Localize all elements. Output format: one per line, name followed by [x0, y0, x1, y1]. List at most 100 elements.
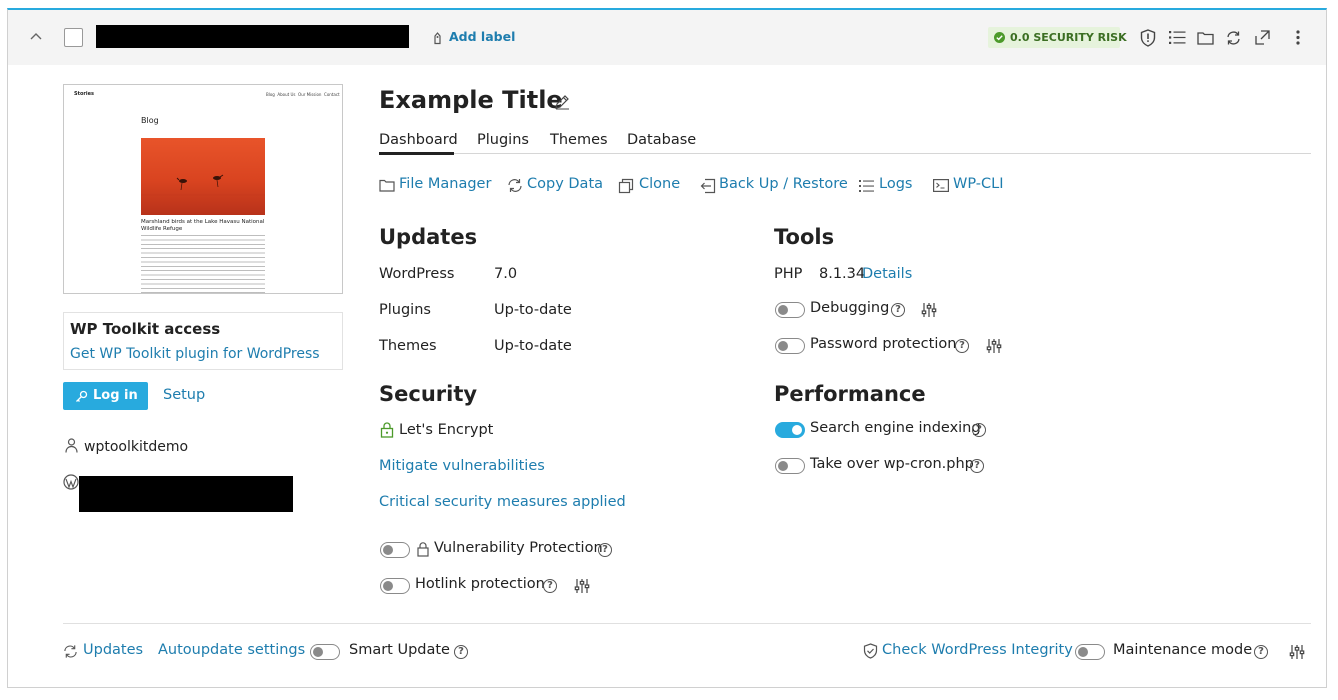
help-icon[interactable]: ? [970, 459, 984, 473]
select-checkbox[interactable] [64, 28, 83, 47]
open-external-icon[interactable] [1254, 29, 1271, 46]
update-row-label: Themes [379, 338, 437, 354]
smart-update-label: Smart Update [349, 642, 450, 658]
more-menu-icon[interactable] [1296, 30, 1300, 45]
hotlink-protection-label: Hotlink protection [415, 576, 545, 592]
preview-nav-item: Contact [324, 92, 340, 97]
help-icon[interactable]: ? [1254, 645, 1268, 659]
folder-icon[interactable] [1197, 31, 1214, 45]
help-icon[interactable]: ? [543, 579, 557, 593]
tab-database[interactable]: Database [627, 132, 696, 148]
help-icon[interactable]: ? [955, 339, 969, 353]
refresh-icon [64, 645, 77, 658]
smart-update-toggle[interactable] [310, 644, 340, 660]
site-preview-thumbnail[interactable]: Stories Blog About Us Our Mission Contac… [63, 84, 343, 294]
card-header: Add label 0.0 SECURITY RISK [8, 10, 1326, 65]
help-icon[interactable]: ? [454, 645, 468, 659]
copy-data-label: Copy Data [527, 176, 604, 192]
key-icon [76, 390, 88, 402]
security-title: Security [379, 382, 478, 406]
settings-sliders-icon[interactable] [574, 578, 590, 594]
lock-icon [417, 542, 429, 557]
security-risk-badge[interactable]: 0.0 SECURITY RISK [988, 27, 1127, 48]
terminal-icon [933, 179, 949, 192]
search-engine-indexing-toggle[interactable] [775, 422, 805, 438]
active-tab-underline [379, 152, 454, 155]
settings-sliders-icon[interactable] [921, 302, 937, 318]
maintenance-mode-toggle[interactable] [1075, 644, 1105, 660]
vulnerability-protection-toggle[interactable] [380, 542, 410, 558]
password-protection-toggle[interactable] [775, 338, 805, 354]
tag-icon [434, 32, 441, 45]
maintenance-mode-label: Maintenance mode [1113, 642, 1253, 658]
security-risk-text: 0.0 SECURITY RISK [1010, 31, 1127, 44]
preview-heading: Blog [141, 116, 159, 125]
tab-themes[interactable]: Themes [550, 132, 608, 148]
update-row-value: Up-to-date [494, 302, 572, 318]
settings-sliders-icon[interactable] [1289, 644, 1305, 660]
mitigate-vulnerabilities-link[interactable]: Mitigate vulnerabilities [379, 458, 545, 474]
debugging-label: Debugging [810, 300, 890, 316]
list-icon[interactable] [1169, 30, 1186, 45]
autoupdate-settings-link[interactable]: Autoupdate settings [158, 642, 305, 658]
tab-dashboard[interactable]: Dashboard [379, 132, 458, 148]
preview-image [141, 138, 265, 215]
ssl-certificate-label[interactable]: Let's Encrypt [399, 422, 493, 438]
site-title: Example Title [379, 86, 563, 114]
updates-title: Updates [379, 225, 478, 249]
lock-icon [380, 422, 394, 438]
preview-nav-item: About Us [277, 92, 296, 97]
debugging-toggle[interactable] [775, 302, 805, 318]
help-icon[interactable]: ? [972, 423, 986, 437]
wp-toolkit-access-box: WP Toolkit access Get WP Toolkit plugin … [63, 312, 343, 370]
birds-silhouette-icon [141, 174, 265, 196]
tools-title: Tools [774, 225, 835, 249]
update-row-label: Plugins [379, 302, 431, 318]
help-icon[interactable]: ? [891, 303, 905, 317]
help-icon[interactable]: ? [598, 543, 612, 557]
footer-divider [63, 623, 1311, 624]
preview-nav-item: Blog [266, 92, 275, 97]
php-version: 8.1.34 [819, 266, 866, 282]
php-label: PHP [774, 266, 803, 282]
shield-icon[interactable] [1140, 29, 1156, 47]
wp-cron-label: Take over wp-cron.php [810, 456, 974, 472]
backup-icon [700, 178, 716, 194]
php-details-link[interactable]: Details [862, 266, 912, 282]
search-engine-indexing-label: Search engine indexing [810, 420, 981, 436]
add-label-text: Add label [449, 29, 516, 44]
wp-cron-toggle[interactable] [775, 458, 805, 474]
critical-security-link[interactable]: Critical security measures applied [379, 494, 626, 510]
backup-restore-label: Back Up / Restore [719, 176, 848, 192]
tabs-bottom-line [379, 153, 1311, 154]
update-row-value: Up-to-date [494, 338, 572, 354]
check-circle-icon [994, 32, 1005, 43]
settings-sliders-icon[interactable] [986, 338, 1002, 354]
password-protection-label: Password protection [810, 336, 957, 352]
preview-nav: Blog About Us Our Mission Contact [266, 92, 340, 97]
log-in-button[interactable]: Log in [63, 382, 148, 410]
file-manager-label: File Manager [399, 176, 492, 192]
folder-icon [379, 179, 395, 192]
site-card: Add label 0.0 SECURITY RISK Stories Blog… [7, 8, 1327, 688]
wp-cli-label: WP-CLI [953, 176, 1004, 192]
preview-body-text [141, 235, 265, 293]
get-toolkit-link[interactable]: Get WP Toolkit plugin for WordPress [70, 346, 320, 362]
username-label: wptoolkitdemo [84, 439, 189, 455]
collapse-chevron-icon[interactable] [30, 32, 42, 40]
preview-brand: Stories [74, 91, 94, 97]
refresh-icon[interactable] [1225, 30, 1242, 46]
update-row-value: 7.0 [494, 266, 518, 282]
tab-plugins[interactable]: Plugins [477, 132, 529, 148]
redacted-url [79, 476, 293, 512]
clone-label: Clone [639, 176, 681, 192]
setup-link[interactable]: Setup [163, 387, 205, 403]
log-in-text: Log in [93, 388, 138, 403]
edit-title-pencil-icon[interactable] [554, 94, 570, 110]
hotlink-protection-toggle[interactable] [380, 578, 410, 594]
update-row-label: WordPress [379, 266, 455, 282]
vulnerability-protection-label: Vulnerability Protection [434, 540, 603, 556]
wordpress-logo-icon [63, 474, 79, 490]
user-icon [65, 438, 78, 453]
updates-footer-label: Updates [83, 642, 144, 658]
